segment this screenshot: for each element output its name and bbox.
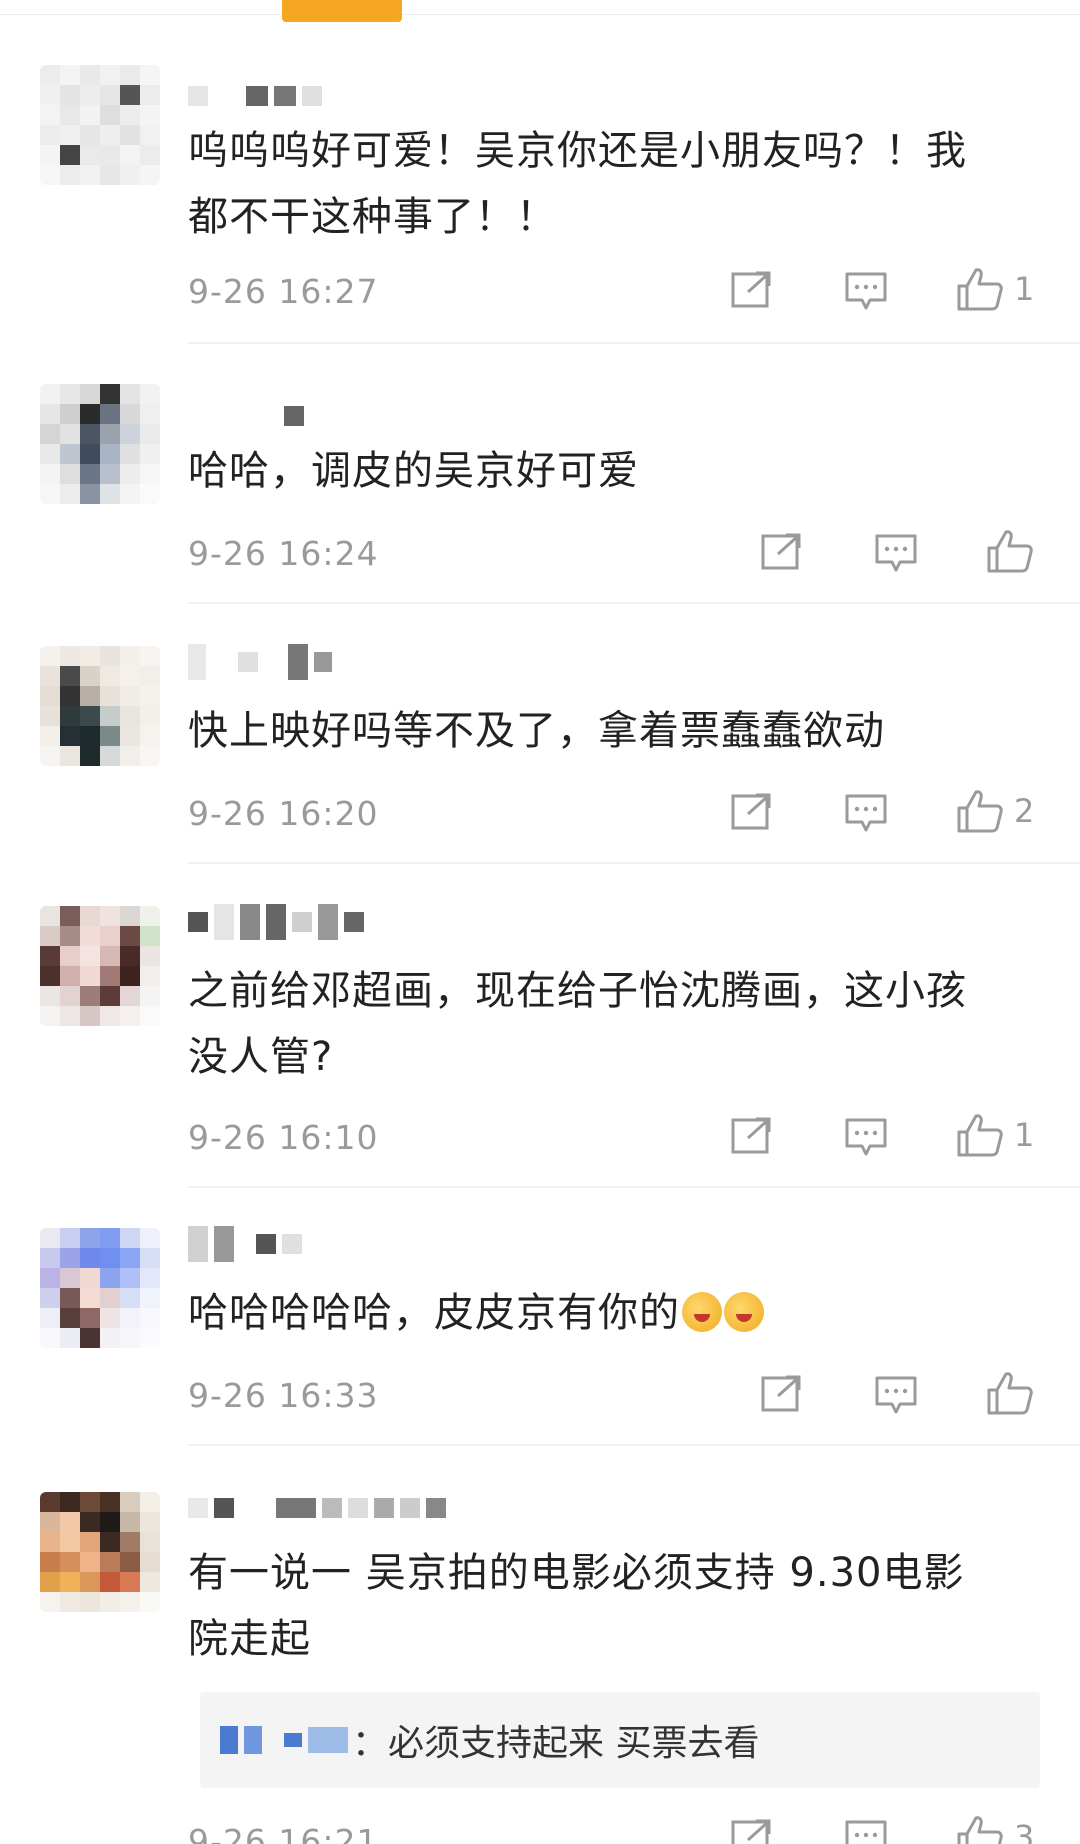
comment-button[interactable] (874, 1374, 918, 1416)
share-button[interactable] (730, 1116, 774, 1156)
divider (188, 1186, 1080, 1188)
comment-time: 9-26 16:27 (188, 272, 379, 311)
share-icon (731, 793, 771, 830)
share-button[interactable] (730, 792, 774, 832)
comment-text: 哈哈哈哈哈，皮皮京有你的 (188, 1280, 1040, 1346)
thumbs-up-icon (957, 1816, 1003, 1844)
top-divider (0, 14, 1080, 15)
comment-icon (875, 534, 917, 572)
like-count: 1 (1014, 1116, 1035, 1154)
comment-button[interactable] (844, 1116, 888, 1158)
comment-icon (875, 1376, 917, 1414)
avatar[interactable] (40, 384, 160, 504)
divider (188, 862, 1080, 864)
share-button[interactable] (760, 532, 804, 572)
avatar[interactable] (40, 646, 160, 766)
active-tab-indicator (282, 0, 402, 22)
comment-time: 9-26 16:33 (188, 1376, 379, 1415)
comment-time: 9-26 16:21 (188, 1822, 379, 1844)
share-icon (731, 1117, 771, 1154)
like-count: 2 (1014, 792, 1035, 830)
divider (188, 342, 1080, 344)
comment-list-page: 呜呜呜好可爱！吴京你还是小朋友吗？！我 都不干这种事了！！ 9-26 16:27… (0, 0, 1080, 1844)
like-button[interactable]: 3 (956, 1814, 1034, 1844)
like-button[interactable]: 1 (956, 266, 1034, 312)
share-icon (761, 533, 801, 570)
share-icon (731, 271, 771, 308)
username-redacted[interactable] (188, 904, 364, 940)
comment-icon (845, 272, 887, 310)
like-button[interactable]: 2 (956, 788, 1034, 834)
thumbs-up-icon (957, 1114, 1003, 1157)
reply-username-redacted[interactable] (220, 1726, 348, 1754)
comment-time: 9-26 16:10 (188, 1118, 379, 1157)
reply-preview[interactable]: ：必须支持起来 买票去看 (200, 1692, 1040, 1788)
smiling-face-emoji-icon (682, 1292, 722, 1332)
like-count: 1 (1014, 270, 1035, 308)
comment-text: 之前给邓超画，现在给子怡沈腾画，这小孩 没人管? (188, 968, 967, 1080)
username-redacted[interactable] (188, 84, 322, 108)
comment-text: 快上映好吗等不及了，拿着票蠢蠢欲动 (188, 708, 885, 754)
comment-button[interactable] (844, 270, 888, 312)
share-button[interactable] (760, 1374, 804, 1414)
share-button[interactable] (730, 270, 774, 310)
comment-time: 9-26 16:20 (188, 794, 379, 833)
reply-text: ：必须支持起来 买票去看 (352, 1723, 760, 1764)
comment-icon (845, 1118, 887, 1156)
comment-text: 呜呜呜好可爱！吴京你还是小朋友吗？！我 都不干这种事了！！ (188, 128, 967, 240)
divider (188, 602, 1080, 604)
smiling-face-emoji-icon (724, 1292, 764, 1332)
like-count: 3 (1014, 1818, 1035, 1844)
like-button[interactable] (986, 1370, 1044, 1416)
share-icon (731, 1819, 771, 1844)
like-button[interactable]: 1 (956, 1112, 1034, 1158)
thumbs-up-icon (957, 790, 1003, 833)
username-redacted[interactable] (188, 1496, 446, 1520)
username-redacted[interactable] (188, 644, 332, 680)
username-redacted[interactable] (188, 1226, 302, 1262)
avatar[interactable] (40, 1228, 160, 1348)
comment-button[interactable] (844, 1818, 888, 1844)
avatar[interactable] (40, 906, 160, 1026)
comment-button[interactable] (874, 532, 918, 574)
comment-text: 有一说一 吴京拍的电影必须支持 9.30电影 院走起 (188, 1550, 965, 1662)
thumbs-up-icon (987, 1372, 1033, 1415)
comment-button[interactable] (844, 792, 888, 834)
comment-icon (845, 1820, 887, 1844)
username-redacted[interactable] (188, 404, 304, 428)
like-button[interactable] (986, 528, 1044, 574)
share-button[interactable] (730, 1818, 774, 1844)
divider (188, 1444, 1080, 1446)
comment-time: 9-26 16:24 (188, 534, 379, 573)
comment-icon (845, 794, 887, 832)
avatar[interactable] (40, 65, 160, 185)
avatar[interactable] (40, 1492, 160, 1612)
comment-text: 哈哈，调皮的吴京好可爱 (188, 448, 639, 494)
thumbs-up-icon (957, 268, 1003, 311)
thumbs-up-icon (987, 530, 1033, 573)
share-icon (761, 1375, 801, 1412)
